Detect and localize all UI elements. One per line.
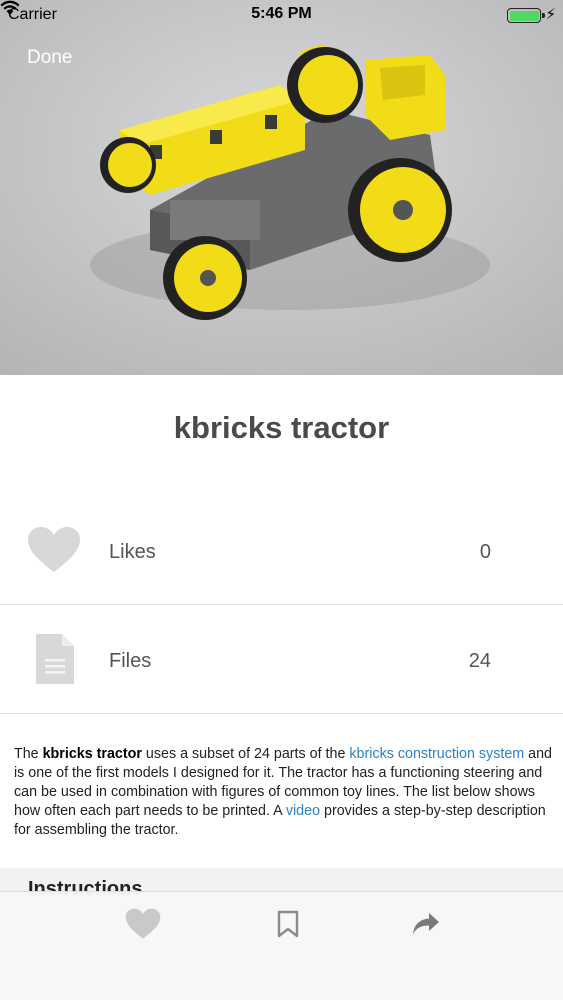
bookmark-button[interactable] bbox=[268, 906, 308, 942]
share-button[interactable] bbox=[406, 906, 446, 942]
document-icon bbox=[36, 634, 74, 684]
model-name: kbricks tractor bbox=[42, 746, 142, 762]
construction-system-link[interactable]: kbricks construction system bbox=[349, 746, 524, 762]
bottom-toolbar bbox=[0, 891, 563, 1000]
battery-icon bbox=[507, 8, 545, 23]
divider bbox=[0, 713, 563, 714]
files-count: 24 bbox=[468, 650, 491, 672]
heart-icon bbox=[125, 908, 161, 939]
done-button[interactable]: Done bbox=[27, 47, 72, 69]
files-row[interactable]: Files 24 bbox=[0, 607, 563, 715]
status-bar: Carrier 5:46 PM ⚡ bbox=[0, 0, 563, 30]
bookmark-icon bbox=[277, 910, 299, 938]
divider bbox=[0, 604, 563, 605]
video-link[interactable]: video bbox=[286, 803, 320, 819]
share-icon bbox=[413, 913, 439, 934]
hero-photo: Carrier 5:46 PM ⚡ Done bbox=[0, 0, 563, 375]
description: The kbricks tractor uses a subset of 24 … bbox=[14, 746, 553, 838]
bolt-icon: ⚡ bbox=[545, 6, 556, 23]
likes-row[interactable]: Likes 0 bbox=[0, 498, 563, 606]
heart-icon bbox=[28, 527, 80, 572]
like-button[interactable] bbox=[123, 906, 163, 942]
tractor-illustration bbox=[0, 0, 563, 375]
clock: 5:46 PM bbox=[251, 5, 312, 22]
likes-label: Likes bbox=[109, 541, 156, 563]
files-label: Files bbox=[109, 650, 152, 672]
page-title: kbricks tractor bbox=[173, 410, 390, 445]
likes-count: 0 bbox=[479, 541, 491, 563]
